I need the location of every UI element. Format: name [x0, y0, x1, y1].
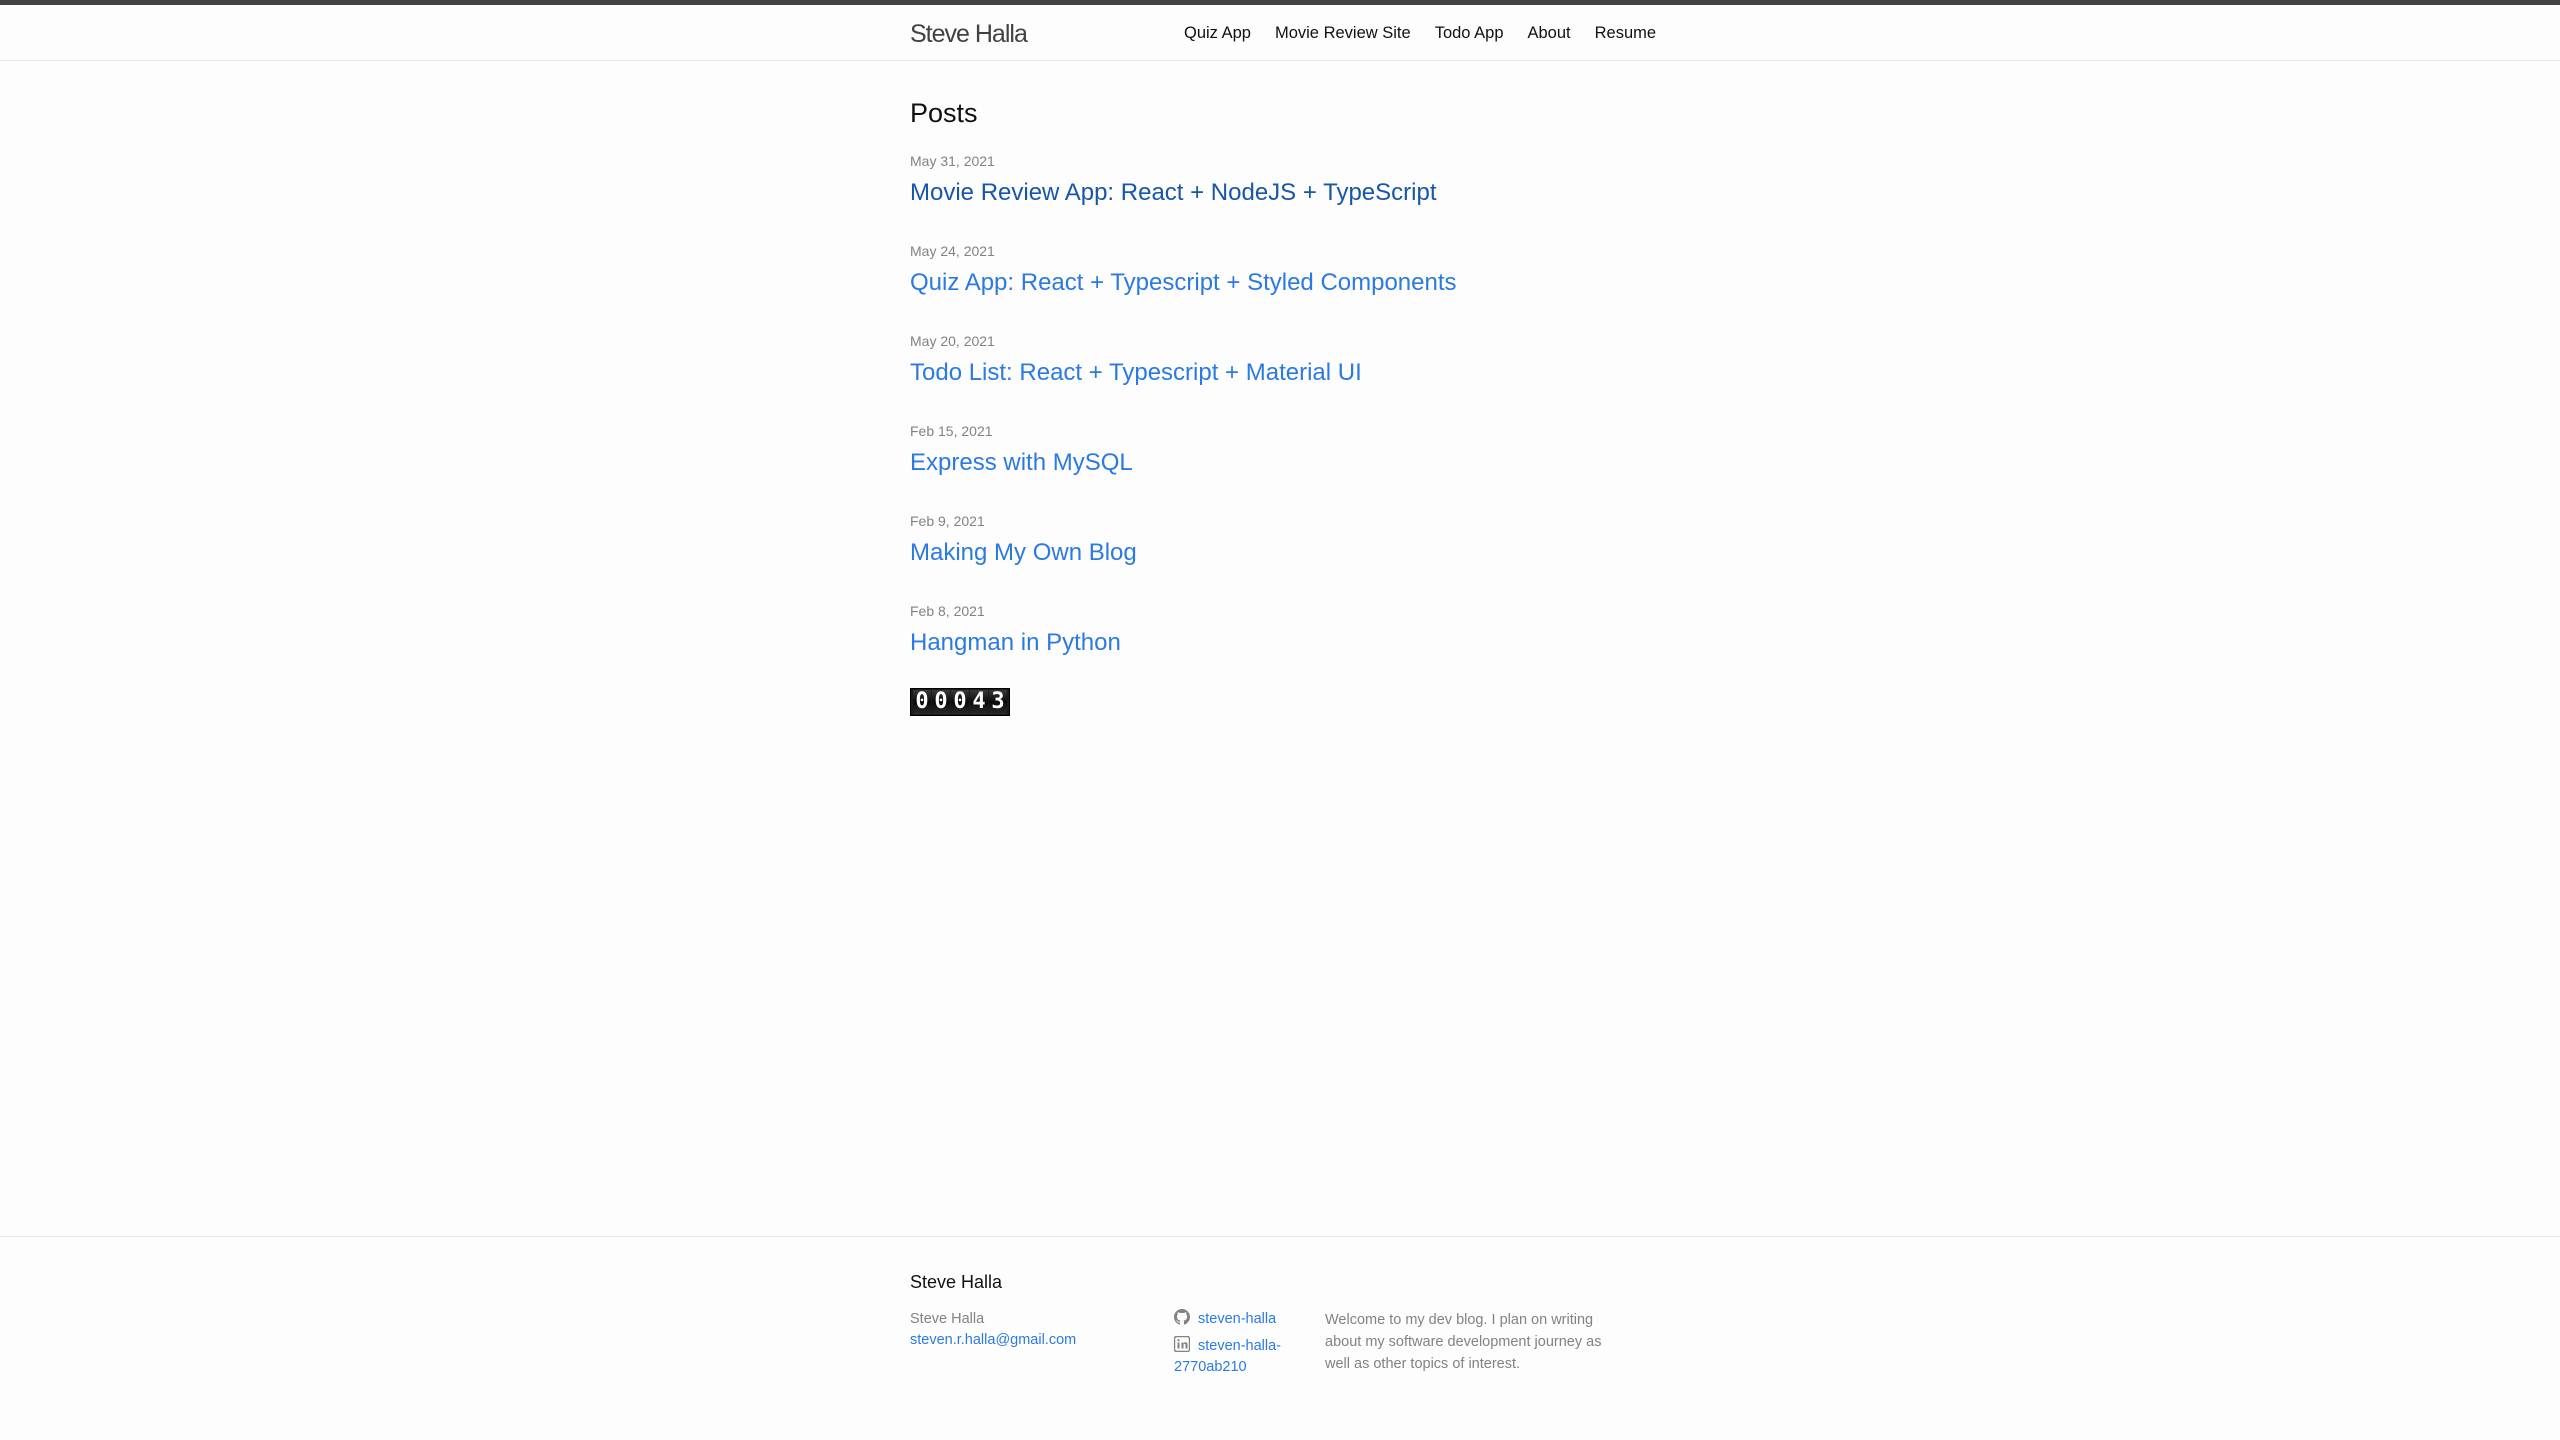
hit-counter-digit: 0 [951, 690, 969, 714]
post-date: May 24, 2021 [910, 243, 995, 259]
post-list-item: Feb 15, 2021 Express with MySQL [910, 421, 1650, 481]
post-date: May 31, 2021 [910, 153, 995, 169]
post-date: Feb 15, 2021 [910, 423, 993, 439]
linkedin-icon [1174, 1336, 1190, 1352]
post-list-item: Feb 8, 2021 Hangman in Python [910, 601, 1650, 661]
site-header: Steve Halla Quiz App Movie Review Site T… [0, 5, 2560, 61]
site-title-link[interactable]: Steve Halla [910, 19, 1028, 49]
hit-counter-digit: 3 [989, 690, 1007, 714]
post-title-link[interactable]: Movie Review App: React + NodeJS + TypeS… [910, 178, 1650, 208]
post-title-link[interactable]: Hangman in Python [910, 628, 1650, 658]
page-title: Posts [910, 98, 978, 128]
post-title-link[interactable]: Todo List: React + Typescript + Material… [910, 358, 1650, 388]
nav-link-about[interactable]: About [1528, 21, 1571, 45]
post-list-item: May 20, 2021 Todo List: React + Typescri… [910, 331, 1650, 391]
hit-counter[interactable]: 0 0 0 4 3 [910, 688, 1010, 716]
footer-email-link[interactable]: steven.r.halla@gmail.com [910, 1330, 1140, 1351]
site-description: Welcome to my dev blog. I plan on writin… [1325, 1312, 1602, 1372]
main-content: Posts May 31, 2021 Movie Review App: Rea… [910, 95, 1650, 691]
nav-link-movie-review-site[interactable]: Movie Review Site [1275, 21, 1411, 45]
github-username: steven-halla [1198, 1311, 1277, 1327]
post-list: May 31, 2021 Movie Review App: React + N… [910, 151, 1650, 661]
site-nav: Quiz App Movie Review Site Todo App Abou… [1184, 21, 1656, 45]
post-list-item: May 31, 2021 Movie Review App: React + N… [910, 151, 1650, 211]
linkedin-link[interactable]: steven-halla-2770ab210 [1174, 1336, 1324, 1378]
footer-description: Welcome to my dev blog. I plan on writin… [1325, 1309, 1630, 1375]
hit-counter-digit: 0 [932, 690, 950, 714]
post-title-link[interactable]: Express with MySQL [910, 448, 1650, 478]
post-list-item: Feb 9, 2021 Making My Own Blog [910, 511, 1650, 571]
post-list-item: May 24, 2021 Quiz App: React + Typescrip… [910, 241, 1650, 301]
github-link[interactable]: steven-halla [1174, 1309, 1324, 1330]
linkedin-username: steven-halla-2770ab210 [1174, 1338, 1282, 1375]
post-title-link[interactable]: Making My Own Blog [910, 538, 1650, 568]
post-date: May 20, 2021 [910, 333, 995, 349]
post-date: Feb 9, 2021 [910, 513, 985, 529]
nav-link-quiz-app[interactable]: Quiz App [1184, 21, 1251, 45]
nav-link-resume[interactable]: Resume [1595, 21, 1656, 45]
footer-social: steven-halla steven-halla-2770ab210 [1174, 1309, 1324, 1384]
hit-counter-digit: 4 [970, 690, 988, 714]
hit-counter-digit: 0 [913, 690, 931, 714]
github-icon [1174, 1309, 1190, 1325]
post-date: Feb 8, 2021 [910, 603, 985, 619]
footer-contact: Steve Halla steven.r.halla@gmail.com [910, 1309, 1140, 1351]
footer-heading: Steve Halla [910, 1272, 1003, 1292]
post-title-link[interactable]: Quiz App: React + Typescript + Styled Co… [910, 268, 1650, 298]
site-footer: Steve Halla Steve Halla steven.r.halla@g… [0, 1236, 2560, 1440]
nav-link-todo-app[interactable]: Todo App [1435, 21, 1504, 45]
footer-name: Steve Halla [910, 1311, 985, 1327]
